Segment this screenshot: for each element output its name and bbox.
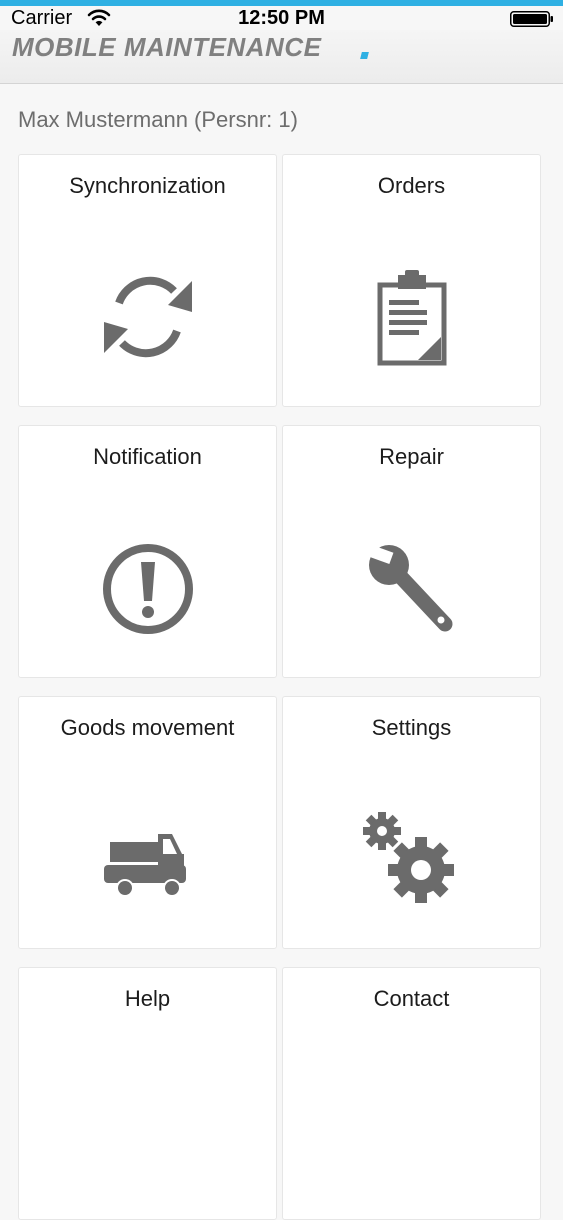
tile-goods-movement[interactable]: Goods movement [18, 696, 277, 949]
tile-label: Orders [377, 173, 446, 198]
alert-icon [98, 538, 198, 638]
tile-label: Repair [379, 444, 444, 469]
sync-icon [98, 267, 198, 367]
battery-icon [510, 10, 554, 27]
tile-notification[interactable]: Notification [18, 425, 277, 678]
tile-label: Help [124, 986, 171, 1011]
status-bar: Carrier 12:50 PM [0, 6, 563, 30]
gears-icon [362, 809, 462, 909]
user-info: Max Mustermann (Persnr: 1) [18, 107, 298, 132]
clipboard-icon [362, 267, 462, 367]
tile-repair[interactable]: Repair [282, 425, 541, 678]
app-header: MOBILE MAINTENANCE [0, 30, 563, 84]
app-title: MOBILE MAINTENANCE [12, 32, 322, 62]
tile-label: Settings [371, 715, 452, 740]
tile-settings[interactable]: Settings [282, 696, 541, 949]
wrench-icon [362, 538, 462, 638]
tile-label: Notification [93, 444, 202, 469]
tile-label: Synchronization [69, 173, 226, 198]
tile-synchronization[interactable]: Synchronization [18, 154, 277, 407]
truck-icon [98, 809, 198, 909]
tile-label: Contact [373, 986, 450, 1011]
tile-contact[interactable]: Contact [282, 967, 541, 1220]
tile-orders[interactable]: Orders [282, 154, 541, 407]
tile-label: Goods movement [60, 715, 235, 740]
tile-help[interactable]: Help [18, 967, 277, 1220]
title-accent-dot [360, 52, 369, 59]
clock-time: 12:50 PM [238, 7, 325, 29]
